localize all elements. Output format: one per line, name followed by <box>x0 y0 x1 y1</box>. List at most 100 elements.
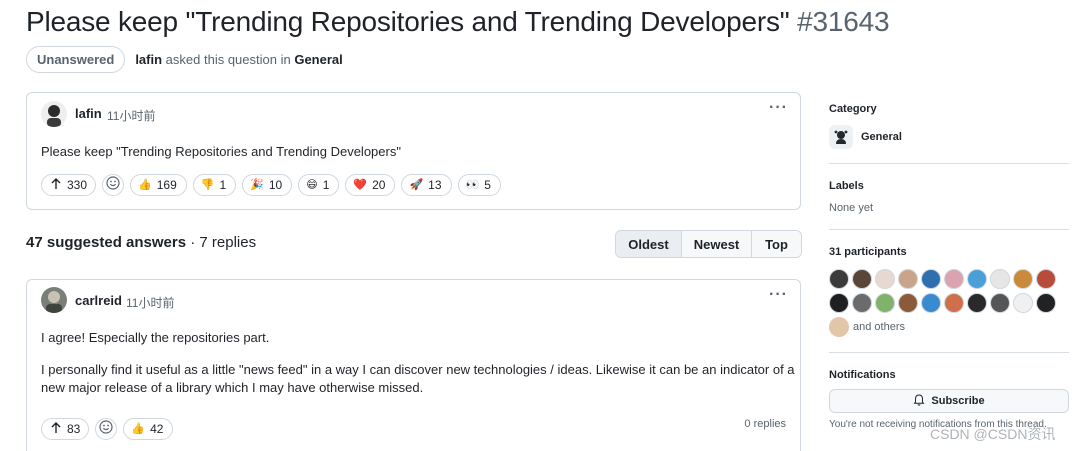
participant-avatar[interactable] <box>1013 269 1033 289</box>
category-heading: Category <box>829 103 877 115</box>
avatar[interactable] <box>41 101 67 127</box>
and-others[interactable]: and others <box>829 317 905 337</box>
smiley-icon <box>106 175 120 195</box>
labels-value: None yet <box>829 202 874 214</box>
sidebar-category-link[interactable]: General <box>861 131 902 143</box>
original-post: lafin 11小时前 ··· Please keep "Trending Re… <box>26 92 801 210</box>
reaction-heart[interactable]: ❤️ 20 <box>345 174 396 196</box>
reaction-bar: 83 👍 42 <box>41 418 174 440</box>
more-options-icon[interactable]: ··· <box>769 286 788 304</box>
participant-avatar[interactable] <box>1013 293 1033 313</box>
reaction-count: 20 <box>372 178 386 192</box>
participants-heading: 31 participants <box>829 246 907 258</box>
reaction-bar: 330 👍 169 👎 1 🎉 10 😄 1 ❤️ 20 🚀 13 👀 5 <box>41 174 501 196</box>
participant-avatar[interactable] <box>967 293 987 313</box>
divider <box>829 163 1069 164</box>
reaction-rocket[interactable]: 🚀 13 <box>401 174 452 196</box>
laugh-icon: 😄 <box>306 178 318 191</box>
upvote-button[interactable]: 83 <box>41 418 90 440</box>
reaction-count: 10 <box>268 178 283 192</box>
answer-paragraph: I personally find it useful as a little … <box>41 362 795 377</box>
bell-icon <box>913 393 925 409</box>
answer-card: carlreid 11小时前 ··· I agree! Especially t… <box>26 279 801 451</box>
reaction-eyes[interactable]: 👀 5 <box>457 174 501 196</box>
reaction-count: 5 <box>484 178 491 192</box>
participant-avatar[interactable] <box>875 293 895 313</box>
participant-avatar[interactable] <box>852 293 872 313</box>
answers-heading: 47 suggested answers · 7 replies <box>26 234 256 251</box>
thumbs-up-icon: 👍 <box>131 422 146 435</box>
participant-avatar[interactable] <box>829 269 849 289</box>
reaction-count: 13 <box>428 178 442 192</box>
participant-avatar[interactable] <box>944 269 964 289</box>
reaction-hooray[interactable]: 🎉 10 <box>242 174 293 196</box>
subscribe-label: Subscribe <box>931 395 985 407</box>
reaction-count: 169 <box>156 178 177 192</box>
answers-count: 47 suggested answers <box>26 234 187 251</box>
reaction-thumbs-up[interactable]: 👍 169 <box>130 174 187 196</box>
answer-paragraph: new major release of a library which I m… <box>41 380 424 395</box>
upvote-button[interactable]: 330 <box>41 174 97 196</box>
replies-count: · 7 replies <box>186 234 257 251</box>
page-title: Please keep "Trending Repositories and T… <box>26 6 890 38</box>
meta-line: lafin asked this question in General <box>135 52 342 67</box>
participant-avatar[interactable] <box>921 293 941 313</box>
answer-time[interactable]: 11小时前 <box>126 294 174 311</box>
divider <box>829 229 1069 230</box>
sort-toggle: Oldest Newest Top <box>615 230 802 258</box>
participant-avatar[interactable] <box>829 293 849 313</box>
meta-author-link[interactable]: lafin <box>135 52 162 67</box>
thumbs-down-icon: 👎 <box>200 178 215 191</box>
post-body: Please keep "Trending Repositories and T… <box>41 144 401 159</box>
reaction-thumbs-up[interactable]: 👍 42 <box>123 418 174 440</box>
participant-avatar[interactable] <box>898 269 918 289</box>
watermark: CSDN @CSDN资讯 <box>930 426 1056 442</box>
smiley-icon <box>99 419 113 439</box>
thumbs-up-icon: 👍 <box>138 178 152 191</box>
participant-avatar[interactable] <box>921 269 941 289</box>
reaction-laugh[interactable]: 😄 1 <box>298 174 340 196</box>
and-others-label: and others <box>853 321 905 333</box>
reaction-thumbs-down[interactable]: 👎 1 <box>192 174 237 196</box>
meta-asked-text: asked this question in <box>165 52 291 67</box>
participant-avatar[interactable] <box>1036 293 1056 313</box>
post-author[interactable]: lafin <box>75 106 102 121</box>
post-time[interactable]: 11小时前 <box>107 107 155 124</box>
upvote-count: 83 <box>67 422 81 436</box>
status-badge: Unanswered <box>26 46 126 73</box>
participant-avatar[interactable] <box>967 269 987 289</box>
participant-avatar[interactable] <box>944 293 964 313</box>
participant-avatar[interactable] <box>1036 269 1056 289</box>
sort-newest-button[interactable]: Newest <box>682 231 752 257</box>
more-options-icon[interactable]: ··· <box>769 99 788 117</box>
answer-author[interactable]: carlreid <box>75 293 122 308</box>
heart-icon: ❤️ <box>353 178 368 191</box>
reaction-count: 1 <box>322 178 330 192</box>
sort-top-button[interactable]: Top <box>752 231 801 257</box>
reaction-count: 42 <box>150 422 164 436</box>
arrow-up-icon <box>50 177 62 193</box>
sort-oldest-button[interactable]: Oldest <box>616 231 682 257</box>
add-reaction-button[interactable] <box>95 418 118 440</box>
participant-avatar[interactable] <box>852 269 872 289</box>
title-text: Please keep "Trending Repositories and T… <box>26 6 790 37</box>
meta-category-link[interactable]: General <box>294 52 342 67</box>
party-icon: 🎉 <box>250 178 264 191</box>
discussion-number: #31643 <box>797 6 890 37</box>
arrow-up-icon <box>50 421 62 437</box>
rocket-icon: 🚀 <box>409 178 424 191</box>
avatar[interactable] <box>41 287 67 313</box>
divider <box>829 352 1069 353</box>
add-reaction-button[interactable] <box>102 174 125 196</box>
avatar <box>829 317 849 337</box>
discussion-meta: Unanswered lafin asked this question in … <box>26 46 343 73</box>
participant-avatar[interactable] <box>898 293 918 313</box>
participant-avatar[interactable] <box>990 269 1010 289</box>
participant-avatar[interactable] <box>875 269 895 289</box>
reaction-count: 1 <box>219 178 227 192</box>
participant-avatar[interactable] <box>990 293 1010 313</box>
subscribe-button[interactable]: Subscribe <box>829 389 1069 413</box>
participants-grid <box>829 269 1074 313</box>
labels-heading: Labels <box>829 180 864 192</box>
eyes-icon: 👀 <box>465 178 480 191</box>
